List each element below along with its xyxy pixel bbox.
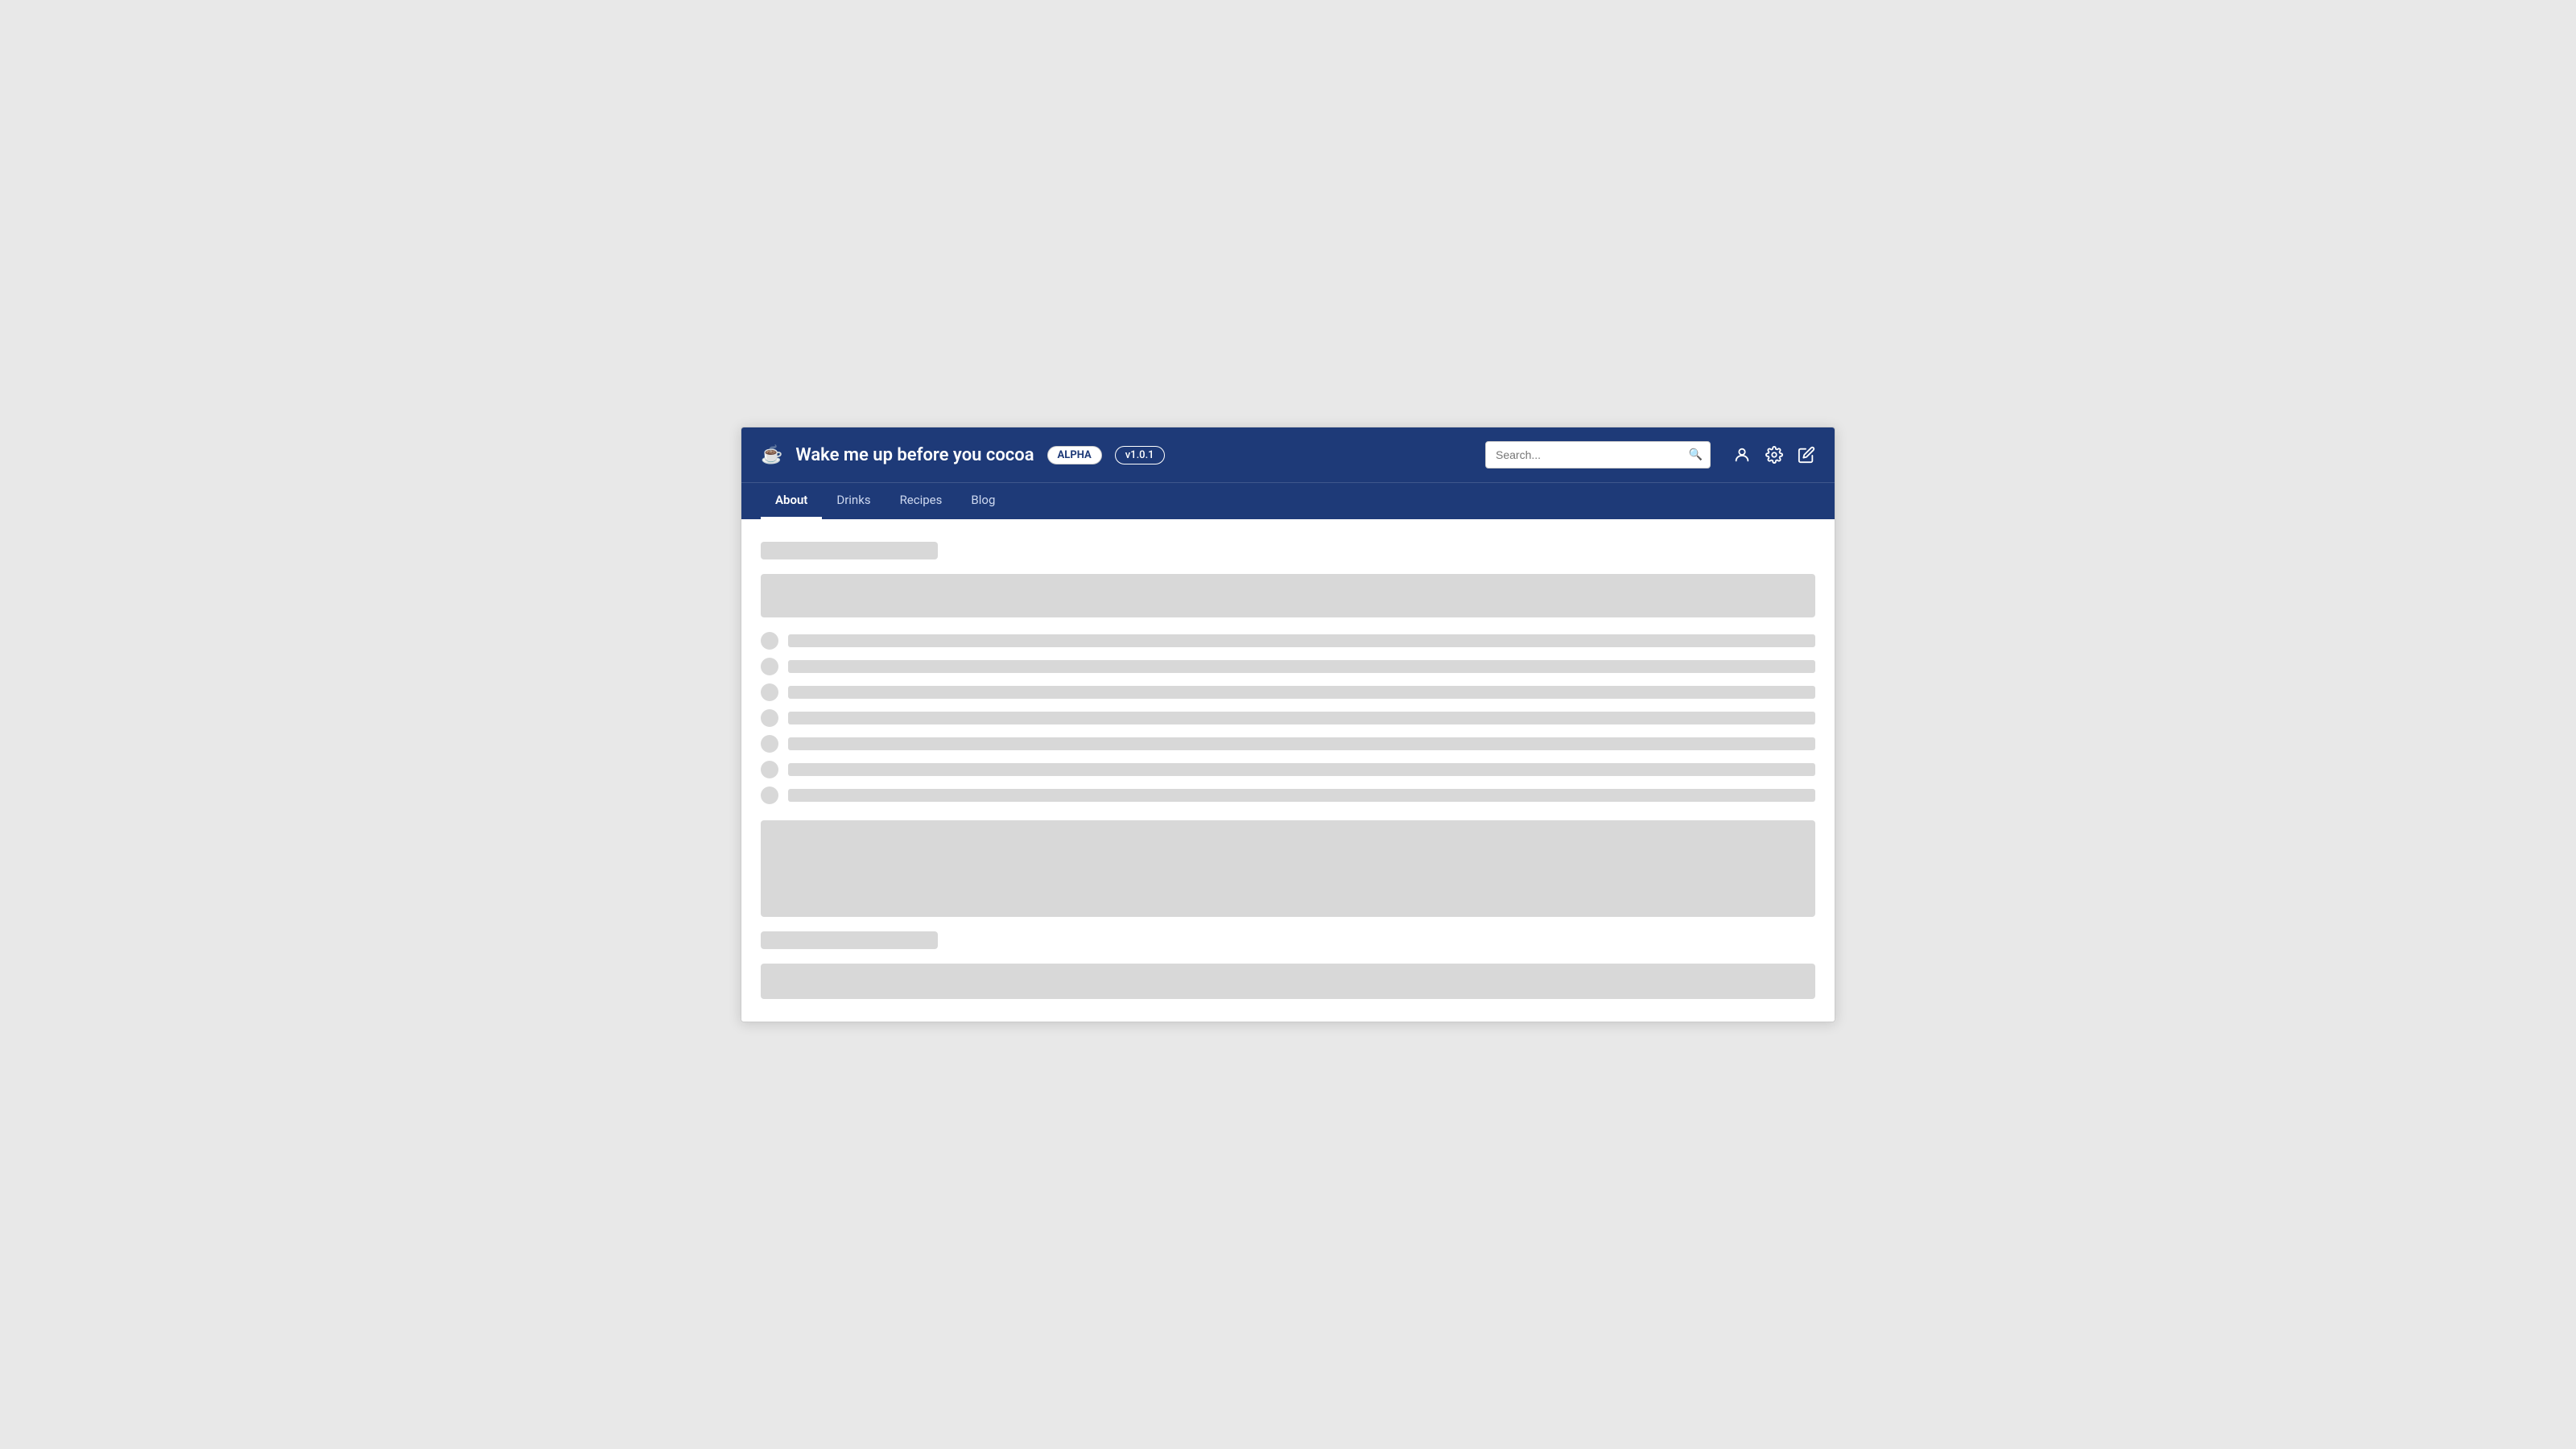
header-icons (1733, 446, 1815, 464)
skeleton-dot (761, 632, 778, 650)
nav-item-about[interactable]: About (761, 483, 822, 519)
version-badge: v1.0.1 (1115, 446, 1165, 464)
skeleton-line (788, 686, 1815, 699)
skeleton-list-item (761, 761, 1815, 778)
alpha-badge: ALPHA (1047, 446, 1102, 464)
skeleton-line (788, 712, 1815, 724)
skeleton-line (788, 737, 1815, 750)
skeleton-dot (761, 761, 778, 778)
skeleton-line (788, 789, 1815, 802)
skeleton-title-2 (761, 931, 938, 949)
user-icon-button[interactable] (1733, 446, 1751, 464)
skeleton-list-item (761, 683, 1815, 701)
nav-item-recipes[interactable]: Recipes (886, 483, 957, 519)
skeleton-list (761, 632, 1815, 804)
app-window: ☕ Wake me up before you cocoa ALPHA v1.0… (741, 427, 1835, 1022)
skeleton-list-item (761, 632, 1815, 650)
nav-item-blog[interactable]: Blog (956, 483, 1009, 519)
skeleton-list-item (761, 786, 1815, 804)
skeleton-dot (761, 683, 778, 701)
skeleton-dot (761, 735, 778, 753)
skeleton-list-item (761, 735, 1815, 753)
header: ☕ Wake me up before you cocoa ALPHA v1.0… (741, 427, 1835, 482)
skeleton-list-item (761, 658, 1815, 675)
skeleton-dot (761, 786, 778, 804)
skeleton-dot (761, 709, 778, 727)
coffee-icon: ☕ (761, 445, 782, 465)
nav-bar: About Drinks Recipes Blog (741, 482, 1835, 519)
settings-icon-button[interactable] (1765, 446, 1783, 464)
search-icon: 🔍 (1689, 448, 1703, 461)
app-title: Wake me up before you cocoa (795, 445, 1034, 465)
search-container: 🔍 (1485, 441, 1711, 469)
skeleton-block (761, 820, 1815, 917)
main-content (741, 519, 1835, 1022)
skeleton-footer (761, 964, 1815, 999)
nav-item-drinks[interactable]: Drinks (822, 483, 885, 519)
search-input[interactable] (1485, 441, 1711, 469)
edit-icon-button[interactable] (1798, 446, 1815, 464)
skeleton-line (788, 634, 1815, 647)
skeleton-banner (761, 574, 1815, 617)
skeleton-dot (761, 658, 778, 675)
skeleton-title (761, 542, 938, 559)
skeleton-line (788, 660, 1815, 673)
skeleton-line (788, 763, 1815, 776)
skeleton-list-item (761, 709, 1815, 727)
